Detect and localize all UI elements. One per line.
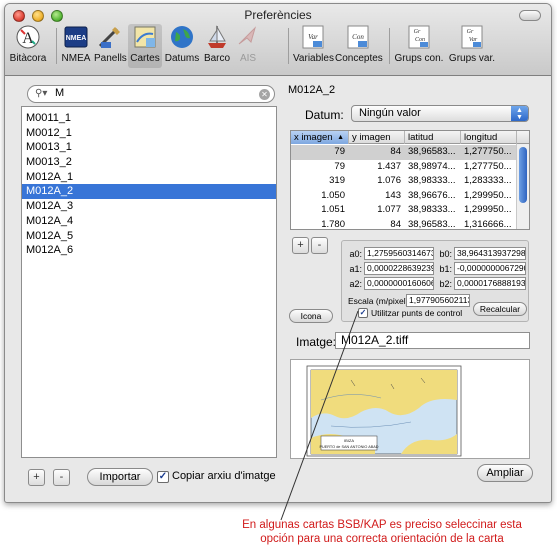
annotation-pointer	[280, 310, 359, 521]
annotation-callout: En algunas cartas BSB/KAP es preciso sel…	[242, 519, 522, 545]
